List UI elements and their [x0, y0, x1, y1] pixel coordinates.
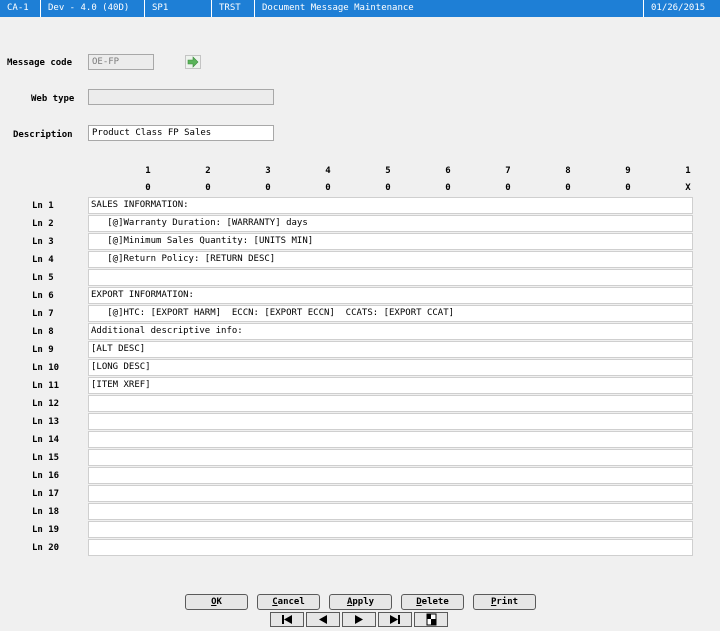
cancel-label: ancel — [277, 597, 305, 607]
line-label: Ln 8 — [32, 327, 54, 337]
line-field[interactable]: EXPORT INFORMATION: — [88, 287, 693, 304]
apply-label: pply — [352, 597, 375, 607]
title-bar: CA-1 Dev - 4.0 (40D) SP1 TRST Document M… — [0, 0, 720, 17]
line-label: Ln 1 — [32, 201, 54, 211]
lookup-record-icon — [426, 613, 437, 626]
line-field[interactable] — [88, 269, 693, 286]
first-record-button[interactable] — [270, 612, 304, 627]
line-field[interactable]: [ALT DESC] — [88, 341, 693, 358]
ruler-tens: 2 — [205, 166, 211, 176]
ruler-units: 0 — [625, 183, 631, 193]
title-company: CA-1 — [0, 0, 41, 17]
line-field[interactable]: [@]Minimum Sales Quantity: [UNITS MIN] — [88, 233, 693, 250]
line-label: Ln 14 — [32, 435, 60, 445]
ruler-tens: 8 — [565, 166, 571, 176]
message-code-field[interactable]: OE-FP — [88, 54, 154, 70]
line-field[interactable] — [88, 503, 693, 520]
first-record-icon — [282, 615, 292, 624]
line-field[interactable]: [@]Warranty Duration: [WARRANTY] days — [88, 215, 693, 232]
line-label: Ln 19 — [32, 525, 60, 535]
delete-button[interactable]: Delete — [401, 594, 464, 610]
last-record-icon — [390, 615, 400, 624]
print-label: rint — [496, 597, 519, 607]
line-field[interactable] — [88, 521, 693, 538]
ruler-units: 0 — [505, 183, 511, 193]
go-button[interactable] — [185, 55, 201, 69]
line-label: Ln 9 — [32, 345, 54, 355]
web-type-field[interactable] — [88, 89, 274, 105]
line-label: Ln 17 — [32, 489, 60, 499]
line-label: Ln 4 — [32, 255, 54, 265]
ruler-units: 0 — [325, 183, 331, 193]
line-label: Ln 5 — [32, 273, 54, 283]
next-record-icon — [355, 615, 363, 624]
ok-button[interactable]: OK — [185, 594, 248, 610]
line-field[interactable] — [88, 431, 693, 448]
message-code-label: Message code — [7, 58, 73, 68]
line-label: Ln 15 — [32, 453, 60, 463]
print-button[interactable]: Print — [473, 594, 536, 610]
line-field[interactable] — [88, 395, 693, 412]
ruler-tens: 9 — [625, 166, 631, 176]
line-field[interactable] — [88, 413, 693, 430]
line-label: Ln 7 — [32, 309, 54, 319]
right-arrow-icon — [187, 56, 199, 68]
ruler-tens: 1 — [145, 166, 151, 176]
line-field[interactable]: Additional descriptive info: — [88, 323, 693, 340]
line-label: Ln 2 — [32, 219, 54, 229]
line-label: Ln 6 — [32, 291, 54, 301]
line-label: Ln 16 — [32, 471, 60, 481]
ruler-tens: 6 — [445, 166, 451, 176]
delete-label: elete — [421, 597, 449, 607]
ruler-units: X — [685, 183, 691, 193]
ruler-units: 0 — [565, 183, 571, 193]
line-field[interactable]: SALES INFORMATION: — [88, 197, 693, 214]
line-field[interactable]: [ITEM XREF] — [88, 377, 693, 394]
ruler-units: 0 — [385, 183, 391, 193]
line-field[interactable]: [@]HTC: [EXPORT HARM] ECCN: [EXPORT ECCN… — [88, 305, 693, 322]
title-environment: Dev - 4.0 (40D) — [41, 0, 145, 17]
line-field[interactable] — [88, 539, 693, 556]
line-field[interactable]: [LONG DESC] — [88, 359, 693, 376]
ruler-units: 0 — [265, 183, 271, 193]
ruler-tens: 5 — [385, 166, 391, 176]
ruler-units: 0 — [445, 183, 451, 193]
line-field[interactable] — [88, 467, 693, 484]
ruler-tens: 1 — [685, 166, 691, 176]
description-label: Description — [13, 130, 73, 140]
line-label: Ln 13 — [32, 417, 60, 427]
line-label: Ln 3 — [32, 237, 54, 247]
line-label: Ln 11 — [32, 381, 60, 391]
line-field[interactable] — [88, 485, 693, 502]
previous-record-button[interactable] — [306, 612, 340, 627]
title-program: Document Message Maintenance — [255, 0, 644, 17]
ruler-units: 0 — [145, 183, 151, 193]
last-record-button[interactable] — [378, 612, 412, 627]
apply-button[interactable]: Apply — [329, 594, 392, 610]
ruler-units: 0 — [205, 183, 211, 193]
title-service-pack: SP1 — [145, 0, 212, 17]
cancel-button[interactable]: Cancel — [257, 594, 320, 610]
line-field[interactable] — [88, 449, 693, 466]
web-type-label: Web type — [31, 94, 75, 104]
ok-label: K — [216, 597, 222, 607]
line-label: Ln 12 — [32, 399, 60, 409]
ruler-tens: 3 — [265, 166, 271, 176]
ruler-tens: 7 — [505, 166, 511, 176]
line-label: Ln 18 — [32, 507, 60, 517]
description-field[interactable]: Product Class FP Sales — [88, 125, 274, 141]
line-label: Ln 10 — [32, 363, 60, 373]
lookup-record-button[interactable] — [414, 612, 448, 627]
line-label: Ln 20 — [32, 543, 60, 553]
ruler-tens: 4 — [325, 166, 331, 176]
title-user: TRST — [212, 0, 255, 17]
line-field[interactable]: [@]Return Policy: [RETURN DESC] — [88, 251, 693, 268]
previous-record-icon — [319, 615, 327, 624]
next-record-button[interactable] — [342, 612, 376, 627]
title-date: 01/26/2015 — [651, 3, 706, 13]
